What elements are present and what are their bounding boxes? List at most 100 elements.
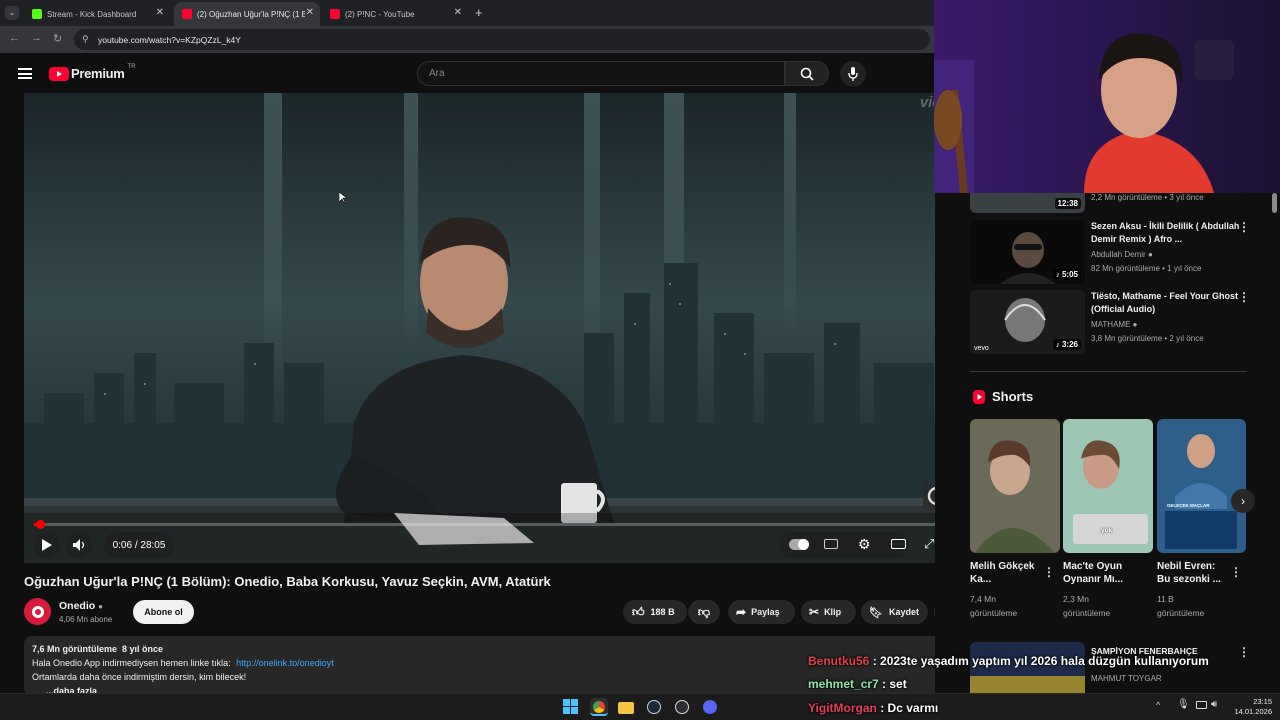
url-text: youtube.com/watch?v=KZpQZzL_k4Y	[98, 34, 241, 45]
youtube-play-icon	[49, 66, 69, 81]
progress-scrubber[interactable]	[36, 520, 45, 529]
video-title[interactable]: Tiësto, Mathame - Feel Your Ghost (Offic…	[1091, 290, 1241, 316]
video-thumbnail[interactable]: 12:38	[970, 193, 1085, 213]
chrome-icon[interactable]	[590, 698, 608, 716]
reload-icon[interactable]: ↻	[53, 32, 62, 45]
chat-username: mehmet_cr7	[808, 677, 879, 691]
more-options-icon[interactable]: ⋮	[1043, 565, 1055, 579]
theater-mode-icon[interactable]	[891, 539, 906, 549]
new-tab-button[interactable]: +	[475, 5, 483, 20]
back-icon[interactable]: ←	[9, 32, 20, 44]
channel-name[interactable]: Onedio ●	[59, 600, 103, 612]
search-button[interactable]	[785, 61, 829, 86]
search-input[interactable]: Ara	[417, 61, 785, 86]
volume-icon	[73, 539, 85, 551]
settings-icon[interactable]: ⚙	[858, 536, 871, 553]
video-thumbnail[interactable]: vevo ♪ 3:26	[970, 290, 1085, 354]
duration-badge: ♪ 3:26	[1052, 339, 1081, 350]
like-button[interactable]: 👍︎ 188 B	[623, 600, 687, 624]
dislike-button[interactable]: 👎︎	[688, 600, 720, 624]
video-title[interactable]: Sezen Aksu - İkili Delilik ( Abdullah De…	[1091, 220, 1241, 246]
chat-username: YigitMorgan	[808, 701, 877, 715]
video-thumbnail[interactable]: ♪ 5:05	[970, 220, 1085, 284]
thumbs-up-icon: 👍︎	[632, 604, 645, 619]
forward-icon[interactable]: →	[31, 32, 42, 44]
file-explorer-icon[interactable]	[618, 698, 636, 716]
tab-youtube-video[interactable]: (2) Oğuzhan Uğur'la P!NÇ (1 Bö ✕	[174, 2, 320, 26]
tab-search-button[interactable]: ⌄	[5, 6, 19, 20]
short-overlay-text: GELECEK MAÇLAR	[1167, 503, 1210, 508]
tab-kick-dashboard[interactable]: Stream - Kick Dashboard ✕	[24, 2, 170, 26]
video-channel[interactable]: Abdullah Demir ●	[1091, 250, 1153, 259]
menu-icon[interactable]	[18, 68, 32, 79]
tab-youtube-channel[interactable]: (2) P!NC - YouTube ✕	[322, 2, 468, 26]
video-meta: 2,2 Mn görüntüleme • 3 yıl önce	[1091, 193, 1204, 202]
chat-text: : Dc varmı	[876, 701, 939, 715]
clock-time: 23:15	[1253, 697, 1272, 706]
onedio-logo-icon	[31, 605, 44, 618]
video-channel[interactable]: MAHMUT TOYGAR	[1091, 674, 1162, 683]
scissors-icon: ✂	[809, 605, 820, 619]
short-views-label: görüntüleme	[1063, 608, 1111, 618]
short-views-label: görüntüleme	[1157, 608, 1205, 618]
obs-icon[interactable]	[673, 698, 691, 716]
video-channel[interactable]: MATHAME ●	[1091, 320, 1137, 329]
short-thumbnail[interactable]	[970, 419, 1060, 553]
youtube-premium-logo[interactable]: Premium TR	[49, 64, 136, 81]
share-label: Paylaş	[751, 607, 780, 617]
short-title[interactable]: Mac'te Oyun Oynanır Mı...	[1063, 560, 1133, 586]
description-link[interactable]: http://onelink.to/onedioyt	[236, 658, 334, 668]
subtitles-icon[interactable]	[824, 539, 838, 549]
subscribe-button[interactable]: Abone ol	[133, 600, 194, 624]
channel-name: MATHAME	[1091, 320, 1131, 329]
youtube-icon	[330, 9, 340, 19]
microphone-tray-icon[interactable]: 🎙︎	[1177, 699, 1190, 710]
video-title: Oğuzhan Uğur'la P!NÇ (1 Bölüm): Onedio, …	[24, 574, 551, 589]
windows-start-icon[interactable]	[563, 699, 578, 714]
play-button[interactable]	[34, 532, 60, 558]
channel-name-text: Onedio	[59, 600, 96, 612]
clip-button[interactable]: ✂ Klip	[801, 600, 856, 624]
description-stats: 7,6 Mn görüntüleme 8 yıl önce	[32, 644, 164, 654]
site-info-icon[interactable]: ⚲	[82, 34, 89, 45]
url-field[interactable]: ⚲ youtube.com/watch?v=KZpQZzL_k4Y	[74, 29, 930, 50]
channel-avatar[interactable]	[24, 598, 51, 625]
video-meta: 3,8 Mn görüntüleme • 2 yıl önce	[1091, 334, 1204, 343]
progress-bar[interactable]	[34, 520, 949, 529]
share-icon: ➦	[736, 605, 747, 619]
close-icon[interactable]: ✕	[306, 7, 314, 18]
short-thumbnail[interactable]: GELECEK MAÇLAR	[1157, 419, 1246, 553]
short-overlay-text: yok	[1101, 527, 1113, 534]
steam-icon[interactable]	[645, 698, 663, 716]
fullscreen-icon[interactable]: ⤢	[924, 536, 934, 552]
network-icon[interactable]	[1196, 701, 1207, 709]
share-button[interactable]: ➦ Paylaş	[728, 600, 795, 624]
discord-icon[interactable]	[701, 698, 719, 716]
browser-tab-bar: ⌄ Stream - Kick Dashboard ✕ (2) Oğuzhan …	[0, 0, 935, 26]
more-options-icon[interactable]: ⋮	[1238, 645, 1250, 659]
chat-text: : 2023te yaşadım yaptım yıl 2026 hala dü…	[869, 654, 1209, 668]
tray-overflow-icon[interactable]: ^	[1156, 700, 1160, 710]
close-icon[interactable]: ✕	[156, 7, 164, 18]
sidebar-scrollbar[interactable]	[1272, 193, 1277, 213]
voice-search-button[interactable]	[840, 61, 866, 87]
mute-button[interactable]	[66, 532, 92, 558]
video-player[interactable]: video 0:06 / 28:05 ⚙ ⤢	[24, 93, 959, 563]
time-display: 0:06 / 28:05	[104, 532, 174, 558]
more-options-icon[interactable]: ⋮	[1238, 220, 1250, 234]
short-thumbnail[interactable]: yok	[1063, 419, 1153, 553]
close-icon[interactable]: ✕	[454, 7, 462, 18]
short-views: 2,3 Mn	[1063, 594, 1089, 604]
more-options-icon[interactable]: ⋮	[1238, 290, 1250, 304]
short-title[interactable]: Melih Gökçek Ka...	[970, 560, 1040, 586]
thumbnail-image	[970, 419, 1060, 553]
short-views-label: görüntüleme	[970, 608, 1018, 618]
webcam-overlay	[934, 0, 1280, 193]
save-button[interactable]: 🔖︎ Kaydet	[861, 600, 928, 624]
volume-tray-icon[interactable]: 🔊︎	[1211, 699, 1217, 710]
more-options-icon[interactable]: ⋮	[1230, 565, 1242, 579]
shorts-next-button[interactable]: ›	[1231, 489, 1255, 513]
clock[interactable]: 23:15 14.01.2026	[1232, 697, 1272, 717]
autoplay-toggle[interactable]	[789, 539, 809, 550]
short-title[interactable]: Nebil Evren: Bu sezonki ...	[1157, 560, 1227, 586]
